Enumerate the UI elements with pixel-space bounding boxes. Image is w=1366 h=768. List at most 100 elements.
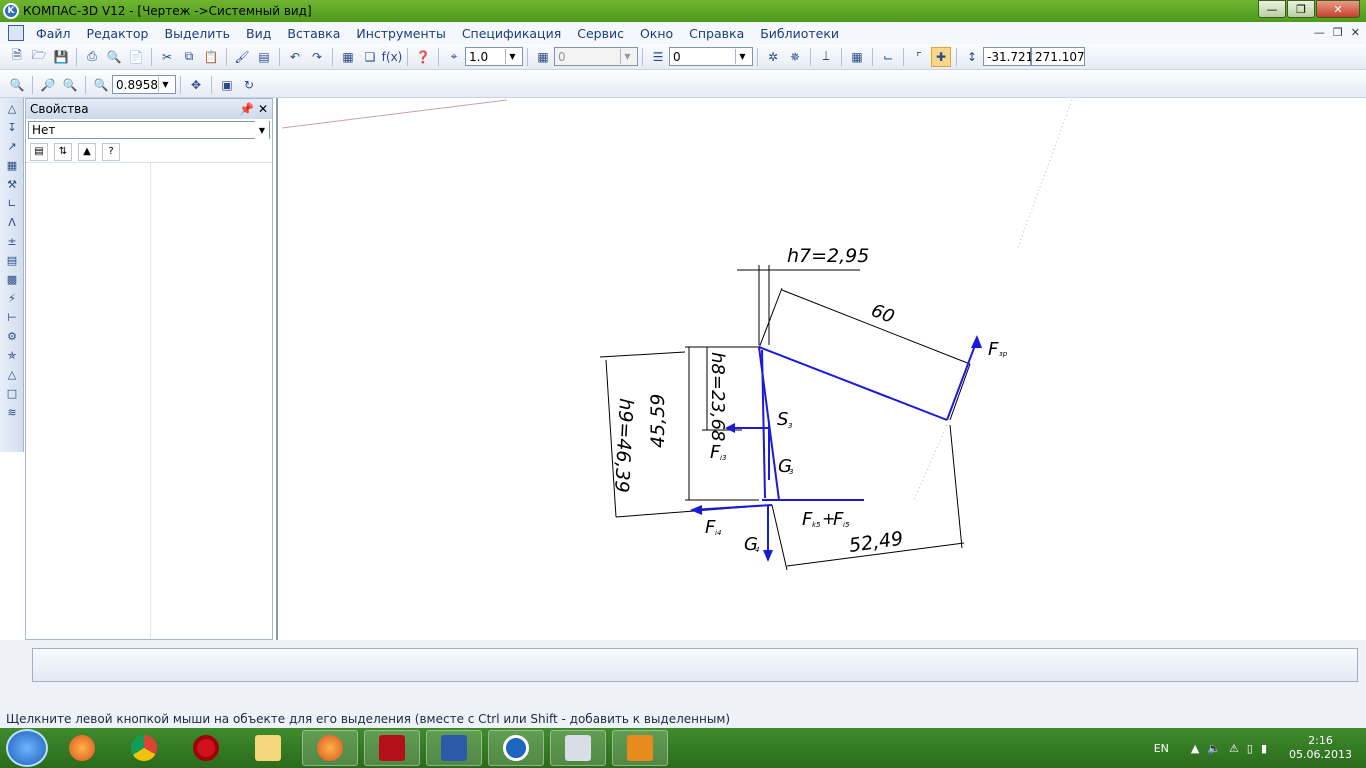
format-brush-icon[interactable]: 🖌 xyxy=(232,47,252,67)
redo-icon[interactable]: ↷ xyxy=(307,47,327,67)
print-preview-icon[interactable]: 🔍 xyxy=(104,47,124,67)
open-file-icon[interactable]: 🗁 xyxy=(29,47,49,67)
close-button[interactable]: ✕ xyxy=(1316,0,1360,18)
coord-x-field[interactable]: -31.721 xyxy=(983,47,1033,66)
zoom-field[interactable]: 0.8958 ▼ xyxy=(112,75,176,94)
menu-select[interactable]: Выделить xyxy=(157,26,239,41)
layer-icon[interactable]: ▦ xyxy=(533,47,553,67)
menu-insert[interactable]: Вставка xyxy=(279,26,348,41)
zoom-in-icon[interactable]: 🔎 xyxy=(38,75,58,95)
menu-help[interactable]: Справка xyxy=(681,26,752,41)
document-icon[interactable] xyxy=(8,25,24,41)
menu-view[interactable]: Вид xyxy=(238,26,279,41)
alphabetical-icon[interactable]: ⇅ xyxy=(54,142,72,161)
geometry-icon[interactable]: △ xyxy=(2,100,22,117)
lightning-icon[interactable]: ⚡ xyxy=(2,290,22,307)
tray-icons[interactable]: ▲🔈⚠▯▮ xyxy=(1191,742,1275,755)
help-pointer-icon[interactable]: ❓ xyxy=(413,47,433,67)
taskbar-folder[interactable] xyxy=(240,730,296,766)
zoom-scale-icon[interactable]: 🔍 xyxy=(91,75,111,95)
taskbar-firefox[interactable] xyxy=(54,730,110,766)
label-g3-sub: 3 xyxy=(789,468,793,476)
menu-libraries[interactable]: Библиотеки xyxy=(752,26,847,41)
shape-icon[interactable]: △ xyxy=(2,366,22,383)
select-icon[interactable]: Λ xyxy=(2,214,22,231)
show-all-icon[interactable]: ▣ xyxy=(217,75,237,95)
menu-service[interactable]: Сервис xyxy=(569,26,632,41)
help-icon[interactable]: ? xyxy=(102,142,120,161)
dimensions-icon[interactable]: ↧ xyxy=(2,119,22,136)
categorized-icon[interactable]: ▤ xyxy=(30,142,48,161)
spec-icon[interactable]: ± xyxy=(2,233,22,250)
taskbar-kompas[interactable] xyxy=(488,730,544,766)
new-file-icon[interactable]: 🗎 xyxy=(7,47,27,67)
properties-icon[interactable]: ▤ xyxy=(254,47,274,67)
properties-selector[interactable]: Нет ▼ xyxy=(28,120,270,140)
menu-file[interactable]: Файл xyxy=(28,26,79,41)
minimize-button[interactable]: — xyxy=(1258,0,1286,18)
restore-button[interactable]: ❐ xyxy=(1287,0,1315,18)
function-icon[interactable]: f(x) xyxy=(382,47,403,67)
taskbar-firefox-2[interactable] xyxy=(302,730,358,766)
paste-icon[interactable]: 📋 xyxy=(201,47,221,67)
variables-icon[interactable]: ❏ xyxy=(360,47,380,67)
edit-icon[interactable]: ▦ xyxy=(2,157,22,174)
clock-time: 2:16 xyxy=(1308,734,1333,747)
refresh-icon[interactable]: ↻ xyxy=(239,75,259,95)
style-field[interactable]: 0 ▼ xyxy=(669,47,753,66)
snap-icon[interactable]: ✲ xyxy=(763,47,783,67)
weld-icon[interactable]: ≋ xyxy=(2,404,22,421)
step-field[interactable]: 1.0 ▼ xyxy=(465,47,523,66)
save-icon[interactable]: 💾 xyxy=(51,47,71,67)
taskbar-media[interactable] xyxy=(612,730,668,766)
pin-icon[interactable]: 📌 xyxy=(239,102,254,116)
frame-icon[interactable]: □ xyxy=(2,385,22,402)
grid-icon[interactable]: ▦ xyxy=(847,47,867,67)
ortho-icon[interactable]: ⟘ xyxy=(816,47,836,67)
print-icon[interactable]: ⎙ xyxy=(82,47,102,67)
menu-specification[interactable]: Спецификация xyxy=(454,26,569,41)
preview-icon[interactable]: 📄 xyxy=(126,47,146,67)
manager-icon[interactable]: ▦ xyxy=(338,47,358,67)
taskbar-acrobat[interactable] xyxy=(364,730,420,766)
mdi-close-button[interactable]: ✕ xyxy=(1351,26,1360,39)
title-bar: K КОМПАС-3D V12 - [Чертеж ->Системный ви… xyxy=(0,0,1366,22)
drawing-canvas[interactable]: h7=2,95 60 F зр h8=23,68 45,59 h9=46,39 … xyxy=(276,98,1366,640)
undo-icon[interactable]: ↶ xyxy=(285,47,305,67)
clock[interactable]: 2:16 05.06.2013 xyxy=(1289,734,1352,762)
layer-field[interactable]: 0 ▼ xyxy=(554,47,638,66)
step-icon[interactable]: ⌖ xyxy=(444,47,464,67)
cam-icon[interactable]: ✯ xyxy=(2,347,22,364)
copy-icon[interactable]: ⧉ xyxy=(179,47,199,67)
taskbar-word[interactable] xyxy=(426,730,482,766)
snap-local-icon[interactable]: ✵ xyxy=(785,47,805,67)
spring-icon[interactable]: ⊢ xyxy=(2,309,22,326)
pan-icon[interactable]: ✥ xyxy=(186,75,206,95)
round-icon[interactable]: ⌜ xyxy=(909,47,929,67)
menu-editor[interactable]: Редактор xyxy=(79,26,157,41)
zoom-out-icon[interactable]: 🔍 xyxy=(60,75,80,95)
language-indicator[interactable]: EN xyxy=(1154,742,1169,755)
taskbar-opera[interactable] xyxy=(178,730,234,766)
taskbar-calculator[interactable] xyxy=(550,730,606,766)
coord-y-field[interactable]: 271.107 xyxy=(1031,47,1085,66)
measure-icon[interactable]: ∟ xyxy=(2,195,22,212)
local-cs-icon[interactable]: ⌙ xyxy=(878,47,898,67)
mdi-restore-button[interactable]: ❐ xyxy=(1333,26,1343,39)
cut-icon[interactable]: ✂ xyxy=(157,47,177,67)
gear-icon[interactable]: ⚙ xyxy=(2,328,22,345)
cursor-icon[interactable]: ✚ xyxy=(931,46,951,67)
menu-window[interactable]: Окно xyxy=(632,26,681,41)
parametrization-icon[interactable]: ⚒ xyxy=(2,176,22,193)
start-button[interactable] xyxy=(6,729,48,767)
zoom-window-icon[interactable]: 🔍 xyxy=(7,75,27,95)
properties-close-icon[interactable]: ✕ xyxy=(258,102,268,116)
symbols-icon[interactable]: ↗ xyxy=(2,138,22,155)
taskbar-chrome[interactable] xyxy=(116,730,172,766)
reports-icon[interactable]: ▤ xyxy=(2,252,22,269)
mdi-minimize-button[interactable]: — xyxy=(1314,26,1325,39)
assoc-views-icon[interactable]: ▩ xyxy=(2,271,22,288)
style-icon[interactable]: ☰ xyxy=(648,47,668,67)
update-icon[interactable]: ▲ xyxy=(78,142,96,161)
menu-tools[interactable]: Инструменты xyxy=(348,26,453,41)
